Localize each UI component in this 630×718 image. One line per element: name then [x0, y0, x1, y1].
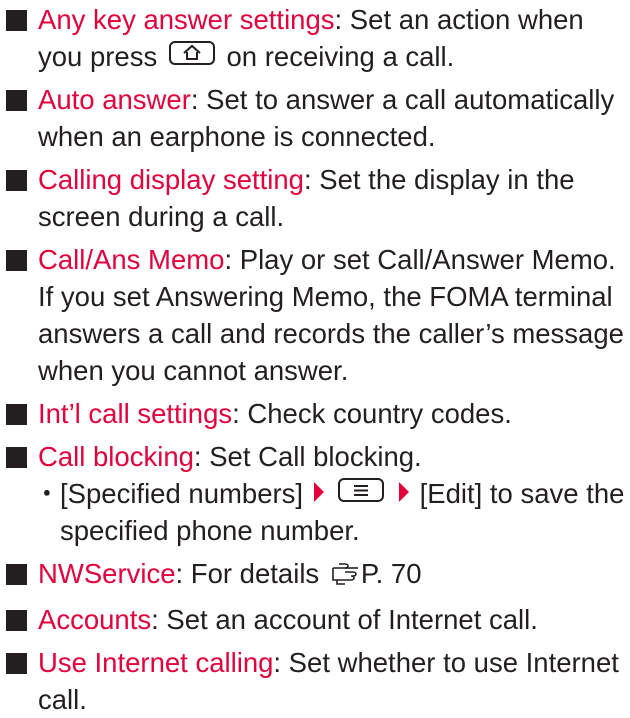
sub-step-text: [Specified numbers] — [60, 478, 304, 509]
square-bullet-icon — [6, 10, 27, 31]
page-reference[interactable]: P. 70 — [361, 558, 422, 589]
arrow-right-icon — [313, 475, 325, 512]
list-item-call-ans-memo: Call/Ans Memo: Play or set Call/Answer M… — [0, 241, 630, 389]
square-bullet-icon — [6, 564, 27, 585]
description-text: : Check country codes. — [232, 398, 512, 429]
term-label: Accounts — [38, 604, 152, 635]
term-label: Use Internet calling — [38, 647, 274, 678]
square-bullet-icon — [6, 610, 27, 631]
term-label: Any key answer settings — [38, 4, 335, 35]
term-label: NWService — [38, 558, 176, 589]
sub-bullet: ･ — [40, 478, 54, 509]
description-text: : Set Call blocking. — [193, 441, 422, 472]
term-label: Call/Ans Memo — [38, 244, 225, 275]
square-bullet-icon — [6, 653, 27, 674]
sub-step: ･ [Specified numbers] [Edit] to save the… — [38, 475, 630, 549]
list-item-auto-answer: Auto answer: Set to answer a call automa… — [0, 81, 630, 155]
term-label: Call blocking — [38, 441, 194, 472]
list-item-nwservice: NWService: For details P. 70 — [0, 555, 630, 595]
list-item-any-key-answer: Any key answer settings: Set an action w… — [0, 1, 630, 75]
square-bullet-icon — [6, 170, 27, 191]
list-item-calling-display: Calling display setting: Set the display… — [0, 161, 630, 235]
term-label: Int’l call settings — [38, 398, 233, 429]
square-bullet-icon — [6, 90, 27, 111]
list-item-use-internet-calling: Use Internet calling: Set whether to use… — [0, 644, 630, 718]
arrow-right-icon — [398, 475, 410, 512]
square-bullet-icon — [6, 404, 27, 425]
list-item-accounts: Accounts: Set an account of Internet cal… — [0, 601, 630, 638]
reference-pointer-icon — [331, 558, 361, 595]
menu-key-icon — [338, 478, 385, 502]
term-label: Calling display setting — [38, 164, 304, 195]
settings-description-list-page: Any key answer settings: Set an action w… — [0, 0, 630, 715]
square-bullet-icon — [6, 447, 27, 468]
list-item-call-blocking: Call blocking: Set Call blocking. ･ [Spe… — [0, 438, 630, 549]
term-label: Auto answer — [38, 84, 191, 115]
home-key-icon — [168, 41, 215, 65]
description-text: : For details — [175, 558, 320, 589]
list-item-intl-call-settings: Int’l call settings: Check country codes… — [0, 395, 630, 432]
square-bullet-icon — [6, 250, 27, 271]
settings-list: Any key answer settings: Set an action w… — [0, 0, 630, 718]
description-text-cont: on receiving a call. — [226, 41, 455, 72]
description-text: : Set an account of Internet call. — [151, 604, 538, 635]
